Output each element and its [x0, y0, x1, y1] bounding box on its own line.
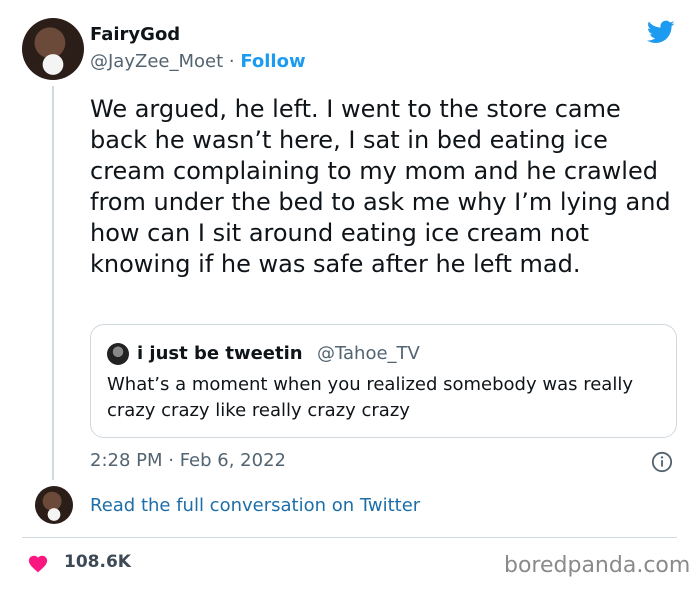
info-icon[interactable]	[651, 451, 673, 473]
like-count: 108.6K	[64, 552, 131, 572]
author-handle[interactable]: @JayZee_Moet	[90, 51, 223, 72]
tweet-text: We argued, he left. I went to the store …	[90, 95, 671, 278]
quoted-tweet-text: What’s a moment when you realized somebo…	[107, 374, 633, 421]
quoted-author-avatar	[107, 343, 129, 365]
tweet-timestamp[interactable]: 2:28 PM · Feb 6, 2022	[90, 450, 286, 471]
quoted-author-name: i just be tweetin	[137, 343, 303, 364]
twitter-bird-icon[interactable]	[645, 18, 677, 46]
follow-button[interactable]: Follow	[240, 51, 305, 72]
thread-line	[52, 86, 54, 480]
author-avatar[interactable]	[22, 18, 84, 80]
quoted-tweet[interactable]: i just be tweetin @Tahoe_TV What’s a mom…	[90, 324, 677, 438]
read-conversation-link[interactable]: Read the full conversation on Twitter	[90, 495, 420, 516]
separator-dot: ·	[223, 51, 241, 72]
reply-avatar	[35, 486, 73, 524]
author-name[interactable]: FairyGod	[90, 24, 180, 45]
heart-icon[interactable]	[27, 553, 49, 573]
divider	[22, 537, 677, 538]
watermark: boredpanda.com	[504, 553, 691, 578]
author-handle-row: @JayZee_Moet · Follow	[90, 51, 306, 72]
quoted-author-handle: @Tahoe_TV	[317, 343, 420, 364]
